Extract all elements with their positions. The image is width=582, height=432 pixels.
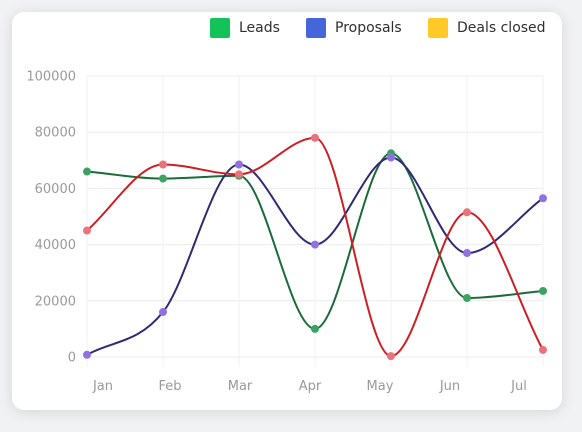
- x-tick-label-0: Jan: [92, 379, 113, 394]
- x-tick-label-6: Jul: [510, 379, 527, 394]
- y-tick-label-5: 100000: [26, 70, 76, 85]
- y-tick-label-1: 20000: [35, 294, 76, 309]
- point-leads-feb: [159, 174, 167, 183]
- x-tick-label-2: Mar: [228, 379, 253, 394]
- point-deals-closed-feb: [159, 160, 167, 169]
- point-proposals-jun: [463, 249, 471, 258]
- point-proposals-may: [387, 153, 395, 162]
- point-deals-closed-jul: [539, 345, 547, 354]
- point-proposals-feb: [159, 308, 167, 317]
- x-tick-label-5: Jun: [439, 379, 460, 394]
- point-proposals-mar: [235, 160, 243, 169]
- x-tick-label-4: May: [367, 379, 394, 394]
- point-deals-closed-jan: [83, 226, 91, 235]
- point-leads-jun: [463, 293, 471, 302]
- point-deals-closed-apr: [311, 133, 319, 142]
- y-tick-label-0: 0: [68, 351, 76, 366]
- x-tick-label-3: Apr: [299, 379, 322, 394]
- y-tick-label-4: 80000: [35, 126, 76, 141]
- point-proposals-jul: [539, 194, 547, 203]
- point-leads-jul: [539, 286, 547, 295]
- line-chart: 0 20000 40000 60000 80000 100000 Jan Feb Mar Apr M…: [26, 70, 547, 394]
- point-proposals-apr: [311, 240, 319, 249]
- point-deals-closed-jun: [463, 208, 471, 217]
- point-deals-closed-mar: [235, 170, 243, 179]
- point-proposals-jan: [83, 350, 91, 359]
- point-leads-apr: [311, 324, 319, 333]
- x-tick-label-1: Feb: [158, 379, 181, 394]
- y-tick-label-3: 60000: [35, 182, 76, 197]
- point-deals-closed-may: [387, 352, 395, 361]
- y-tick-label-2: 40000: [35, 238, 76, 253]
- point-leads-jan: [83, 167, 91, 176]
